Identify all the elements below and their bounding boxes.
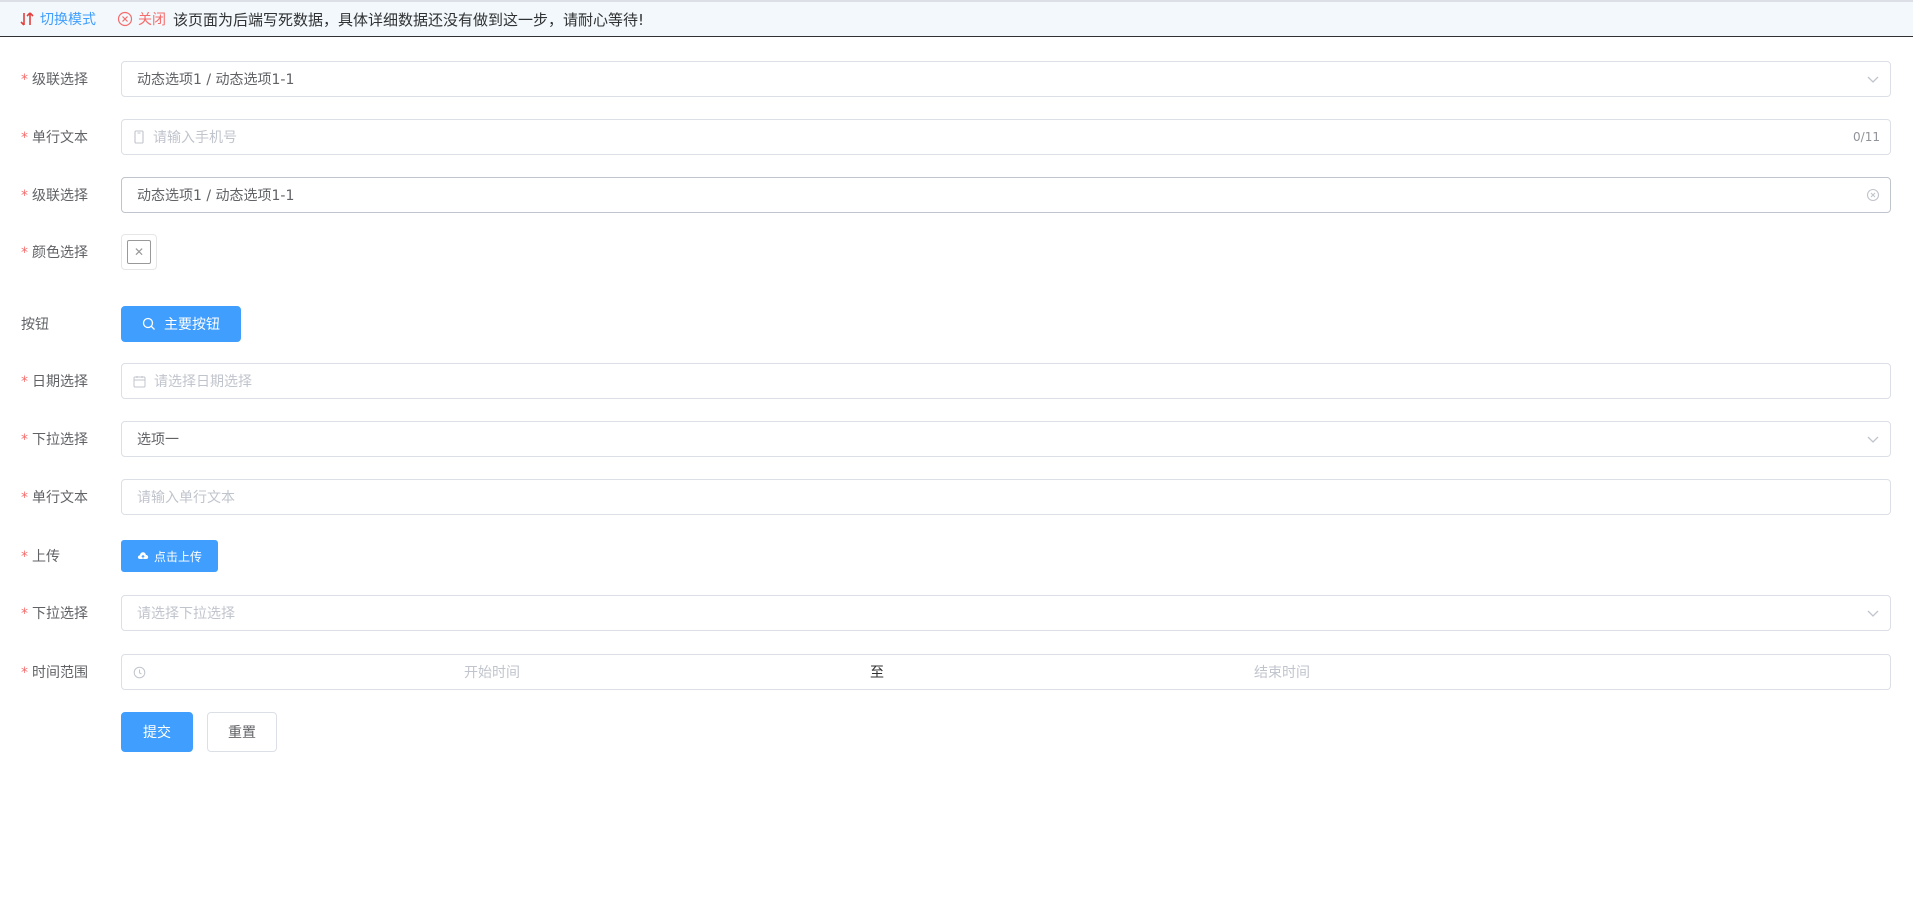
reset-button[interactable]: 重置 [207, 712, 277, 752]
calendar-icon [133, 375, 146, 388]
form-label: * 日期选择 [21, 371, 88, 391]
required-mark: * [21, 490, 28, 506]
date-picker-input[interactable]: 请选择日期选择 [121, 363, 1891, 399]
select-value: 选项一 [137, 432, 179, 448]
form-item-select-2: * 下拉选择 请选择下拉选择 [0, 595, 1913, 631]
switch-mode-label: 切换模式 [40, 12, 96, 28]
input-placeholder: 请输入手机号 [153, 130, 237, 146]
switch-mode-icon [19, 11, 40, 27]
char-counter: 0/11 [1853, 130, 1880, 144]
close-button[interactable]: 关闭 [117, 9, 166, 29]
range-end-input[interactable]: 结束时间 [892, 662, 1672, 682]
upload-button[interactable]: 点击上传 [121, 540, 219, 572]
phone-input[interactable]: 请输入手机号 0/11 [121, 119, 1891, 155]
upload-button-label: 点击上传 [154, 549, 203, 564]
required-mark: * [21, 606, 28, 622]
color-picker[interactable]: ✕ [121, 234, 157, 270]
form-label: * 级联选择 [21, 185, 88, 205]
switch-mode-button[interactable]: 切换模式 [19, 9, 96, 29]
required-mark: * [21, 549, 28, 565]
input-placeholder: 请选择日期选择 [154, 374, 252, 390]
search-icon [142, 317, 164, 331]
label-text: 下拉选择 [32, 606, 88, 622]
required-mark: * [21, 72, 28, 88]
form-label: * 时间范围 [21, 662, 88, 682]
time-range-picker[interactable]: 开始时间 至 结束时间 [121, 654, 1891, 690]
form-item-date: * 日期选择 请选择日期选择 [0, 363, 1913, 399]
form-actions: 提交 重置 [0, 712, 1913, 752]
primary-button-label: 主要按钮 [164, 317, 220, 333]
cascader-input-1[interactable]: 动态选项1 / 动态选项1-1 [121, 61, 1891, 97]
clear-circle-icon[interactable] [1866, 178, 1880, 212]
chevron-down-icon [1866, 596, 1880, 630]
input-placeholder: 请输入单行文本 [137, 490, 235, 506]
cascader-value: 动态选项1 / 动态选项1-1 [137, 72, 295, 88]
form-item-button: 按钮 主要按钮 [0, 306, 1913, 342]
form-label: * 级联选择 [21, 69, 88, 89]
form-item-text-2: * 单行文本 请输入单行文本 [0, 479, 1913, 515]
submit-button[interactable]: 提交 [121, 712, 193, 752]
range-separator: 至 [870, 665, 884, 681]
required-mark: * [21, 374, 28, 390]
form-item-cascader-2: * 级联选择 动态选项1 / 动态选项1-1 [0, 177, 1913, 213]
required-mark: * [21, 665, 28, 681]
cloud-upload-icon [137, 550, 154, 562]
label-text: 单行文本 [32, 130, 88, 146]
label-text: 日期选择 [32, 374, 88, 390]
close-label: 关闭 [138, 12, 166, 28]
range-start-input[interactable]: 开始时间 [122, 662, 862, 682]
mobile-icon [133, 130, 145, 144]
chevron-down-icon [1866, 62, 1880, 96]
form-label: * 单行文本 [21, 487, 88, 507]
required-mark: * [21, 130, 28, 146]
required-mark: * [21, 188, 28, 204]
form-label: * 上传 [21, 546, 60, 566]
label-text: 时间范围 [32, 665, 88, 681]
label-text: 下拉选择 [32, 432, 88, 448]
form-label: * 下拉选择 [21, 603, 88, 623]
cascader-value: 动态选项1 / 动态选项1-1 [137, 188, 295, 204]
select-input-1[interactable]: 选项一 [121, 421, 1891, 457]
label-text: 颜色选择 [32, 245, 88, 261]
form-item-cascader-1: * 级联选择 动态选项1 / 动态选项1-1 [0, 61, 1913, 97]
notice-text: 该页面为后端写死数据，具体详细数据还没有做到这一步，请耐心等待! [173, 10, 645, 29]
close-circle-icon [117, 11, 138, 27]
form-label: 按钮 [21, 317, 49, 333]
label-text: 级联选择 [32, 188, 88, 204]
color-empty-swatch: ✕ [127, 240, 151, 264]
form-label: * 单行文本 [21, 127, 88, 147]
cascader-input-2[interactable]: 动态选项1 / 动态选项1-1 [121, 177, 1891, 213]
form-item-timerange: * 时间范围 开始时间 至 结束时间 [0, 654, 1913, 690]
form-label: * 下拉选择 [21, 429, 88, 449]
form-item-upload: * 上传 点击上传 [0, 540, 1913, 572]
primary-button[interactable]: 主要按钮 [121, 306, 241, 342]
label-text: 上传 [32, 549, 60, 565]
form-item-text-1: * 单行文本 请输入手机号 0/11 [0, 119, 1913, 155]
label-text: 级联选择 [32, 72, 88, 88]
form-label: * 颜色选择 [21, 242, 88, 262]
form-item-color: * 颜色选择 ✕ [0, 234, 1913, 270]
close-icon: ✕ [133, 245, 145, 259]
text-input-2[interactable]: 请输入单行文本 [121, 479, 1891, 515]
chevron-down-icon [1866, 422, 1880, 456]
form-item-select-1: * 下拉选择 选项一 [0, 421, 1913, 457]
select-placeholder: 请选择下拉选择 [137, 606, 235, 622]
required-mark: * [21, 432, 28, 448]
select-input-2[interactable]: 请选择下拉选择 [121, 595, 1891, 631]
required-mark: * [21, 245, 28, 261]
notice-bar: 切换模式 关闭 该页面为后端写死数据，具体详细数据还没有做到这一步，请耐心等待! [0, 0, 1913, 37]
label-text: 单行文本 [32, 490, 88, 506]
